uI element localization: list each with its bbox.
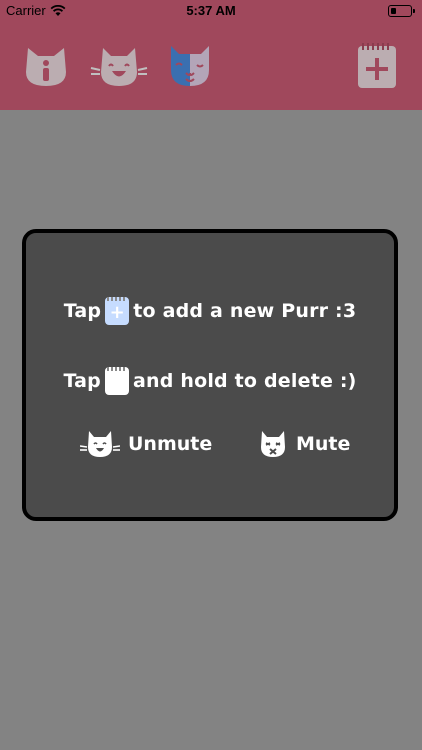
add-instruction: Tap + to add a new Purr :3 (26, 297, 394, 325)
help-dialog: Tap + to add a new Purr :3 Tap and hold … (22, 229, 398, 521)
delete-instruction-suffix: and hold to delete :) (132, 370, 357, 392)
battery-icon (388, 5, 415, 17)
theater-cat-icon[interactable] (166, 42, 214, 90)
add-instruction-suffix: to add a new Purr :3 (133, 300, 357, 322)
toolbar (0, 22, 422, 110)
mute-label: Mute (296, 433, 351, 455)
unmute-legend: Unmute (80, 429, 212, 459)
unmute-label: Unmute (128, 433, 213, 455)
delete-instruction-prefix: Tap (63, 370, 101, 392)
mute-legend-item: Mute (258, 429, 350, 459)
status-bar: Carrier 5:37 AM (0, 0, 422, 22)
info-cat-icon[interactable] (22, 42, 70, 90)
notepad-icon (104, 367, 129, 395)
mute-legend: Unmute Mute (26, 429, 394, 459)
happy-cat-icon[interactable] (90, 42, 148, 90)
add-notepad-icon: + (105, 297, 130, 325)
add-notepad-icon[interactable] (356, 42, 398, 90)
delete-instruction: Tap and hold to delete :) (26, 367, 394, 395)
unmute-cat-icon (80, 431, 120, 457)
mute-cat-icon (261, 431, 285, 457)
status-time: 5:37 AM (186, 3, 236, 18)
add-instruction-prefix: Tap (63, 300, 102, 322)
